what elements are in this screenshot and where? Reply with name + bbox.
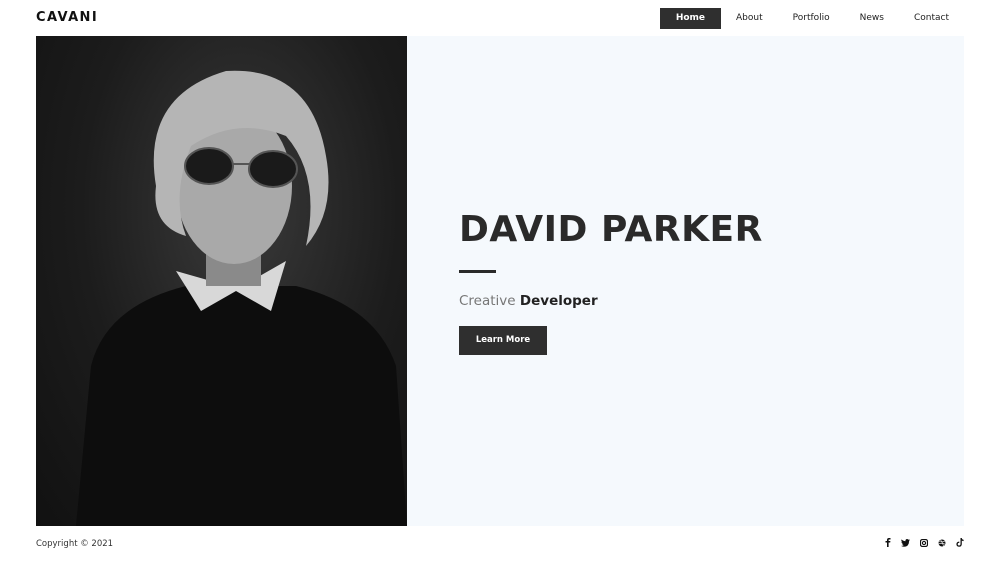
nav-about[interactable]: About xyxy=(721,8,778,29)
learn-more-button[interactable]: Learn More xyxy=(459,326,547,355)
hero-name: DAVID PARKER xyxy=(459,209,763,250)
nav-news[interactable]: News xyxy=(845,8,899,29)
subtitle-bold: Developer xyxy=(519,293,598,309)
twitter-icon[interactable] xyxy=(901,538,910,547)
nav-contact[interactable]: Contact xyxy=(899,8,964,29)
portrait-illustration xyxy=(76,70,407,526)
tiktok-icon[interactable] xyxy=(955,538,964,547)
instagram-icon[interactable] xyxy=(919,538,928,547)
site-logo[interactable]: CAVANI xyxy=(36,10,98,25)
main-nav: Home About Portfolio News Contact xyxy=(659,8,964,29)
social-links xyxy=(883,538,964,547)
hero-content: DAVID PARKER Creative Developer Learn Mo… xyxy=(459,206,763,355)
hero-section: DAVID PARKER Creative Developer Learn Mo… xyxy=(36,36,964,526)
copyright-text: Copyright © 2021 xyxy=(36,539,114,549)
nav-home[interactable]: Home xyxy=(659,8,722,29)
title-divider xyxy=(459,270,496,273)
hero-subtitle: Creative Developer xyxy=(459,293,763,309)
dribbble-icon[interactable] xyxy=(937,538,946,547)
nav-portfolio[interactable]: Portfolio xyxy=(778,8,845,29)
facebook-icon[interactable] xyxy=(883,538,892,547)
page: CAVANI Home About Portfolio News Contact xyxy=(0,0,1000,563)
portrait-photo xyxy=(36,36,407,526)
subtitle-light: Creative xyxy=(459,293,516,309)
